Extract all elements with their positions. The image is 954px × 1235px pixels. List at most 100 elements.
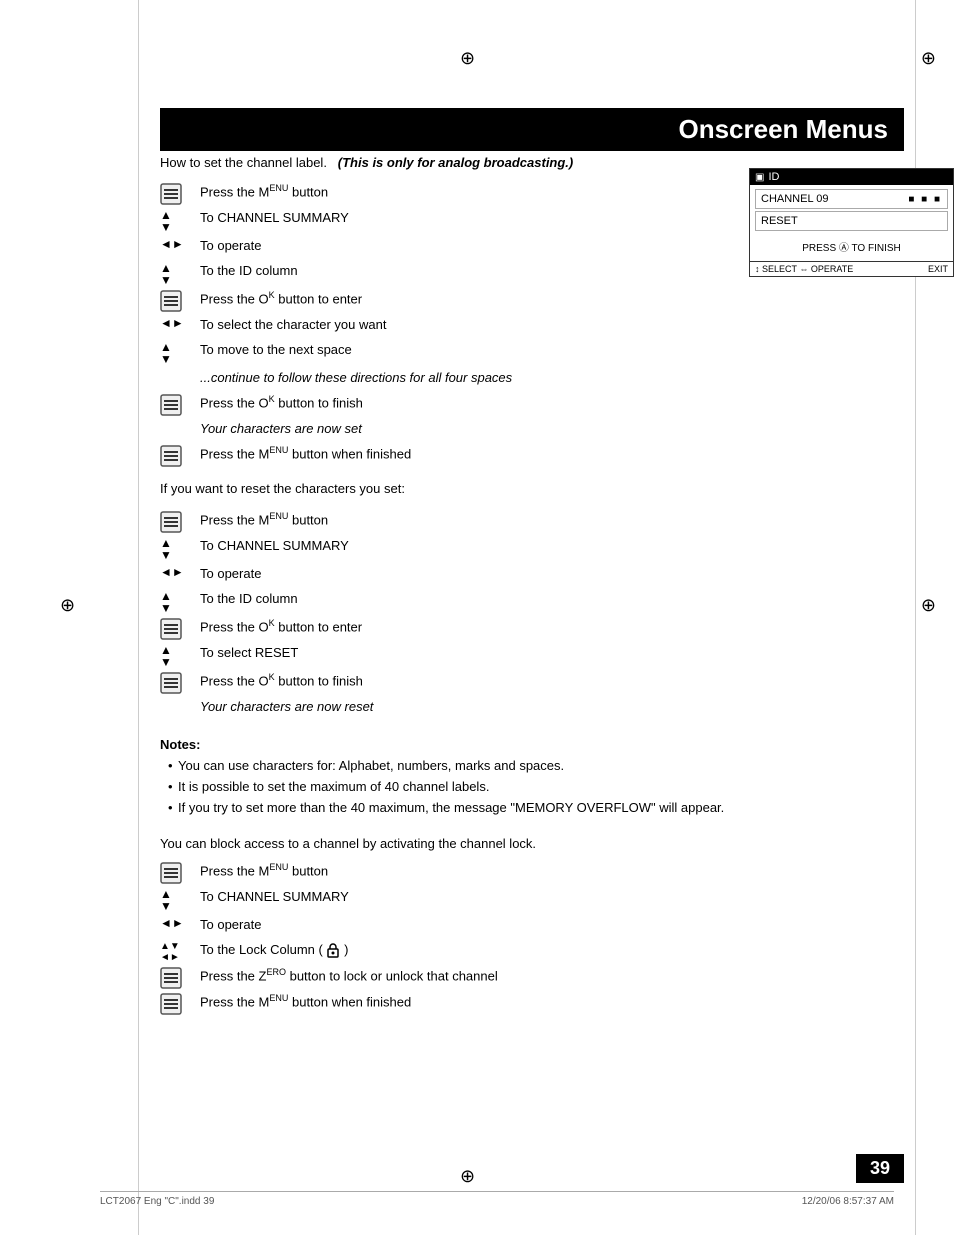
step-text-1-2: To CHANNEL SUMMARY	[200, 208, 894, 228]
step-2-3: ◄► To operate	[160, 564, 894, 586]
icon-arrow-lr-2: ◄►	[160, 315, 200, 330]
note-item-1: You can use characters for: Alphabet, nu…	[168, 757, 894, 775]
icon-arrow-lr-1: ◄►	[160, 236, 200, 251]
step-text-1-9: Press the OK button to finish	[200, 393, 894, 413]
step-l-4: ▲▼ ◄► To the Lock Column ( )	[160, 940, 894, 963]
icon-menu-3	[160, 393, 200, 416]
step-text-1-7: To move to the next space	[200, 340, 894, 360]
step-1-11: Press the MENU button when finished	[160, 444, 894, 467]
step-text-1-1: Press the MENU button	[200, 182, 894, 202]
step-2-6: ▲▼ To select RESET	[160, 643, 894, 668]
trim-line-left	[138, 0, 139, 1235]
reg-mark-mid-left: ⊕	[60, 595, 75, 616]
screen-footer-right: EXIT	[928, 264, 948, 274]
step-2-1: Press the MENU button	[160, 510, 894, 533]
icon-menu-6	[160, 617, 200, 640]
icon-arrow-4: ▲▼ ◄►	[160, 940, 200, 963]
step-text-2-1: Press the MENU button	[200, 510, 894, 530]
step-text-l-6: Press the MENU button when finished	[200, 992, 894, 1012]
step-1-3: ◄► To operate	[160, 236, 894, 258]
icon-arrow-ud-1: ▲▼	[160, 208, 200, 233]
step-1-9: Press the OK button to finish	[160, 393, 894, 416]
step-l-6: Press the MENU button when finished	[160, 992, 894, 1015]
notes-section: Notes: You can use characters for: Alpha…	[160, 737, 894, 818]
step-text-1-5: Press the OK button to enter	[200, 289, 894, 309]
notes-title: Notes:	[160, 737, 894, 752]
icon-menu-1	[160, 182, 200, 205]
step-text-1-3: To operate	[200, 236, 894, 256]
step-l-5: Press the ZERO button to lock or unlock …	[160, 966, 894, 989]
reg-mark-top: ⊕	[460, 48, 475, 69]
step-text-l-4: To the Lock Column ( )	[200, 940, 894, 960]
step-1-5: Press the OK button to enter	[160, 289, 894, 312]
icon-ellipsis-1	[160, 368, 200, 369]
icon-menu-9	[160, 966, 200, 989]
main-content: How to set the channel label. (This is o…	[160, 155, 894, 1018]
step-2-5: Press the OK button to enter	[160, 617, 894, 640]
reg-mark-mid-right: ⊕	[921, 595, 936, 616]
page-title: Onscreen Menus	[160, 108, 904, 151]
step-text-2-4: To the ID column	[200, 589, 894, 609]
step-text-2-7: Press the OK button to finish	[200, 671, 894, 691]
reg-mark-bottom: ⊕	[460, 1166, 475, 1187]
icon-arrow-lr-3: ◄►	[160, 564, 200, 579]
icon-arrow-ud-3: ▲▼	[160, 340, 200, 365]
step-2-2: ▲▼ To CHANNEL SUMMARY	[160, 536, 894, 561]
reg-mark-top-right: ⊕	[921, 48, 936, 69]
footer-left: LCT2067 Eng "C".indd 39	[100, 1196, 214, 1207]
icon-arrow-ud-2: ▲▼	[160, 261, 200, 286]
step-2-8: Your characters are now reset	[160, 697, 894, 719]
step-1-6: ◄► To select the character you want	[160, 315, 894, 337]
icon-arrow-ud-7: ▲▼	[160, 887, 200, 912]
step-text-2-2: To CHANNEL SUMMARY	[200, 536, 894, 556]
step-text-2-3: To operate	[200, 564, 894, 584]
icon-menu-10	[160, 992, 200, 1015]
icon-menu-8	[160, 861, 200, 884]
step-2-7: Press the OK button to finish	[160, 671, 894, 694]
step-l-3: ◄► To operate	[160, 915, 894, 937]
step-text-l-1: Press the MENU button	[200, 861, 894, 881]
icon-arrow-ud-6: ▲▼	[160, 643, 200, 668]
step-text-l-2: To CHANNEL SUMMARY	[200, 887, 894, 907]
note-item-3: If you try to set more than the 40 maxim…	[168, 799, 894, 817]
intro-line: How to set the channel label. (This is o…	[160, 155, 894, 170]
section1: Press the MENU button ▲▼ To CHANNEL SUMM…	[160, 182, 894, 467]
step-text-1-8: ...continue to follow these directions f…	[200, 368, 894, 388]
intro-italic: (This is only for analog broadcasting.)	[338, 155, 573, 170]
reset-intro: If you want to reset the characters you …	[160, 481, 894, 496]
lock-intro: You can block access to a channel by act…	[160, 836, 894, 851]
step-text-2-5: Press the OK button to enter	[200, 617, 894, 637]
step-l-1: Press the MENU button	[160, 861, 894, 884]
screen-dots: ■ ■ ■	[908, 194, 942, 205]
step-text-1-10: Your characters are now set	[200, 419, 894, 439]
icon-blank-2	[160, 697, 200, 698]
step-1-1: Press the MENU button	[160, 182, 894, 205]
step-1-8: ...continue to follow these directions f…	[160, 368, 894, 390]
icon-menu-7	[160, 671, 200, 694]
page-footer: LCT2067 Eng "C".indd 39 12/20/06 8:57:37…	[100, 1191, 894, 1207]
step-1-7: ▲▼ To move to the next space	[160, 340, 894, 365]
step-l-2: ▲▼ To CHANNEL SUMMARY	[160, 887, 894, 912]
icon-menu-4	[160, 444, 200, 467]
note-item-2: It is possible to set the maximum of 40 …	[168, 778, 894, 796]
step-text-2-6: To select RESET	[200, 643, 894, 663]
icon-arrow-lr-4: ◄►	[160, 915, 200, 930]
step-1-10: Your characters are now set	[160, 419, 894, 441]
footer-right: 12/20/06 8:57:37 AM	[802, 1196, 894, 1207]
step-1-2: ▲▼ To CHANNEL SUMMARY	[160, 208, 894, 233]
step-text-1-11: Press the MENU button when finished	[200, 444, 894, 464]
step-2-4: ▲▼ To the ID column	[160, 589, 894, 614]
section2: Press the MENU button ▲▼ To CHANNEL SUMM…	[160, 510, 894, 719]
step-text-l-3: To operate	[200, 915, 894, 935]
intro-text: How to set the channel label.	[160, 155, 327, 170]
step-text-2-8: Your characters are now reset	[200, 697, 894, 717]
icon-menu-5	[160, 510, 200, 533]
page-number: 39	[856, 1154, 904, 1183]
notes-list: You can use characters for: Alphabet, nu…	[160, 757, 894, 818]
step-1-4: ▲▼ To the ID column	[160, 261, 894, 286]
step-text-l-5: Press the ZERO button to lock or unlock …	[200, 966, 894, 986]
lock-section: You can block access to a channel by act…	[160, 836, 894, 1015]
step-text-1-6: To select the character you want	[200, 315, 894, 335]
step-text-1-4: To the ID column	[200, 261, 894, 281]
icon-blank-1	[160, 419, 200, 420]
